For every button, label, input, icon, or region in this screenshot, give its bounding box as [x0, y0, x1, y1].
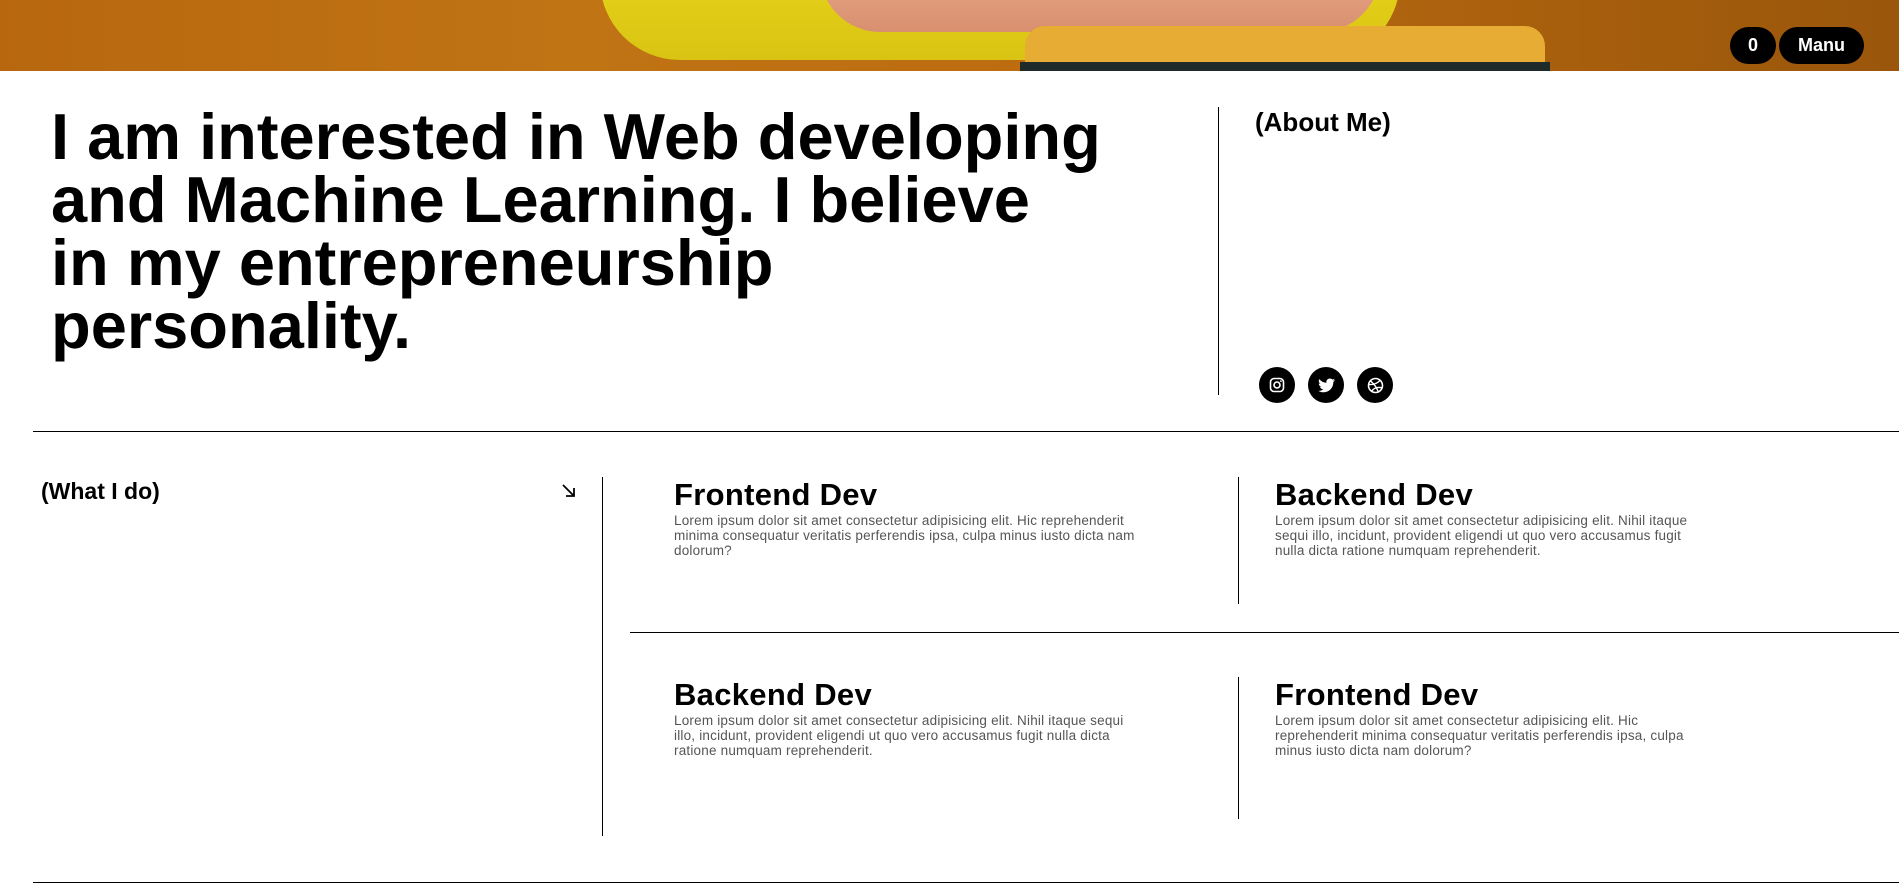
hero-photo: [0, 0, 1899, 71]
top-actions: 0 Manu: [1730, 27, 1864, 64]
section-divider: [33, 431, 1899, 432]
services-divider: [602, 477, 603, 836]
page-headline: I am interested in Web developing and Ma…: [51, 100, 1101, 362]
instagram-link[interactable]: [1259, 367, 1295, 403]
twitter-icon: [1317, 377, 1335, 392]
service-card: Frontend Dev Lorem ipsum dolor sit amet …: [674, 478, 1144, 558]
page: 0 Manu I am interested in Web developing…: [0, 0, 1899, 892]
menu-button[interactable]: Manu: [1779, 27, 1864, 64]
service-card-text: Lorem ipsum dolor sit amet consectetur a…: [674, 513, 1135, 558]
services-title: (What I do): [41, 478, 160, 504]
service-card-text: Lorem ipsum dolor sit amet consectetur a…: [1275, 713, 1684, 758]
arrow-down-right-icon: [562, 484, 575, 497]
service-card: Backend Dev Lorem ipsum dolor sit amet c…: [674, 678, 1144, 758]
card-divider: [1238, 677, 1239, 819]
instagram-icon: [1269, 377, 1285, 393]
section-divider: [33, 882, 1899, 883]
service-card-text: Lorem ipsum dolor sit amet consectetur a…: [674, 713, 1124, 758]
hero-photo-chair-base: [1020, 62, 1550, 71]
about-title: (About Me): [1255, 107, 1391, 137]
social-links: [1259, 367, 1393, 403]
service-card-title: Frontend Dev: [1275, 677, 1479, 712]
service-card-text: Lorem ipsum dolor sit amet consectetur a…: [1275, 513, 1688, 558]
service-card-title: Backend Dev: [1275, 477, 1474, 512]
dribbble-icon: [1367, 377, 1383, 393]
card-divider: [1238, 477, 1239, 604]
cart-count-button[interactable]: 0: [1730, 27, 1776, 64]
service-card-title: Backend Dev: [674, 677, 873, 712]
twitter-link[interactable]: [1308, 367, 1344, 403]
divider: [1218, 107, 1219, 395]
service-card: Backend Dev Lorem ipsum dolor sit amet c…: [1275, 478, 1695, 558]
services-row-divider: [630, 632, 1899, 633]
service-card-title: Frontend Dev: [674, 477, 878, 512]
service-card: Frontend Dev Lorem ipsum dolor sit amet …: [1275, 678, 1705, 758]
dribbble-link[interactable]: [1357, 367, 1393, 403]
